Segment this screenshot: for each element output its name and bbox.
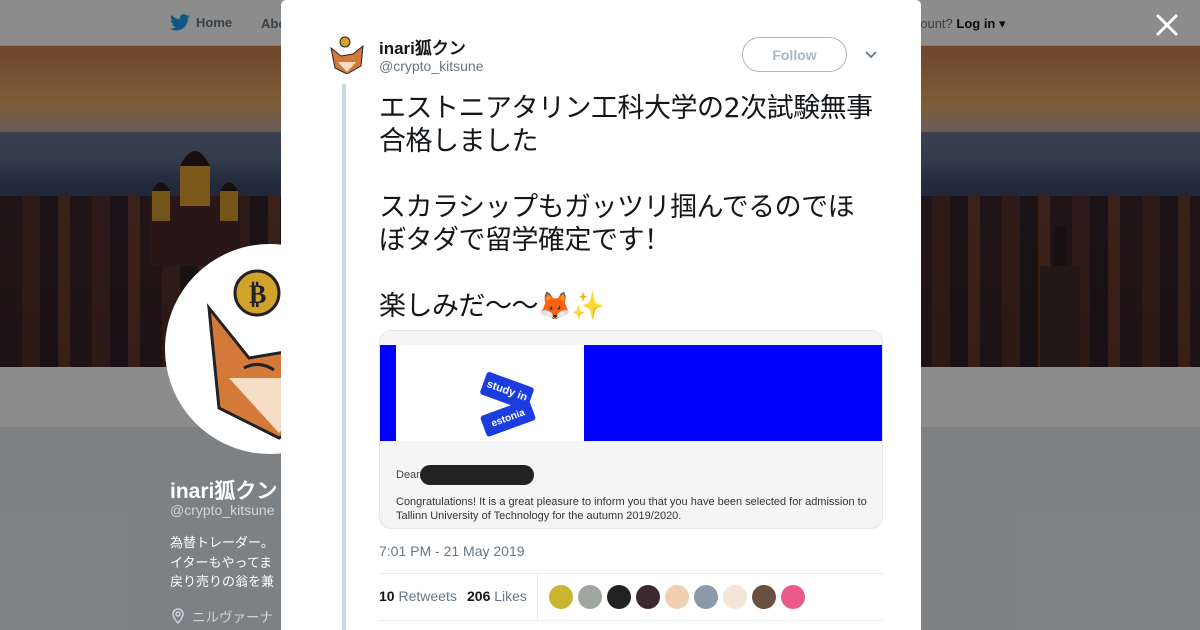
chevron-down-icon[interactable] — [863, 47, 879, 63]
tweet-media-image[interactable]: study in estonia Dear Congratulations! I… — [379, 330, 883, 529]
thread-line — [342, 84, 346, 630]
letter-body: Congratulations! It is a great pleasure … — [396, 496, 867, 522]
tweet-timestamp[interactable]: 7:01 PM - 21 May 2019 — [379, 543, 525, 559]
profile-handle: @crypto_kitsune — [170, 502, 275, 518]
tweet-author-handle[interactable]: @crypto_kitsune — [379, 58, 483, 74]
letter-logo-area: study in estonia — [396, 345, 584, 441]
profile-name: inari狐クン — [170, 480, 278, 503]
stats-divider — [537, 574, 538, 621]
redacted-name — [420, 465, 534, 485]
estonia-logo: estonia — [479, 398, 537, 438]
liker-avatar[interactable] — [665, 585, 689, 609]
tweet-author-name[interactable]: inari狐クン — [379, 34, 466, 59]
tweet-stats: 10 Retweets 206 Likes — [379, 573, 883, 621]
liker-avatars — [549, 585, 805, 609]
retweet-count[interactable]: 10 Retweets — [379, 588, 457, 604]
fox-avatar-small — [327, 34, 367, 74]
close-icon[interactable] — [1154, 12, 1180, 38]
liker-avatar[interactable] — [694, 585, 718, 609]
location-pin-icon — [172, 608, 184, 624]
location-label: ニルヴァーナ — [192, 610, 273, 625]
liker-avatar[interactable] — [636, 585, 660, 609]
liker-avatar[interactable] — [752, 585, 776, 609]
tweet-author-avatar[interactable] — [327, 34, 367, 74]
liker-avatar[interactable] — [723, 585, 747, 609]
svg-text:₿: ₿ — [249, 280, 266, 310]
tweet-modal: inari狐クン @crypto_kitsune Follow エストニアタリン… — [281, 0, 921, 630]
liker-avatar[interactable] — [578, 585, 602, 609]
like-count[interactable]: 206 Likes — [467, 588, 527, 604]
letter-salutation: Dear — [396, 469, 420, 481]
liker-avatar[interactable] — [781, 585, 805, 609]
liker-avatar[interactable] — [549, 585, 573, 609]
follow-button[interactable]: Follow — [742, 37, 847, 72]
profile-bio: 為替トレーダー。 イターもやってま 戻り売りの翁を兼 — [170, 535, 275, 589]
tweet-text: エストニアタリン工科大学の2次試験無事合格しました スカラシップもガッツリ掴んで… — [379, 93, 873, 322]
profile-location: ニルヴァーナ — [170, 606, 273, 626]
liker-avatar[interactable] — [607, 585, 631, 609]
